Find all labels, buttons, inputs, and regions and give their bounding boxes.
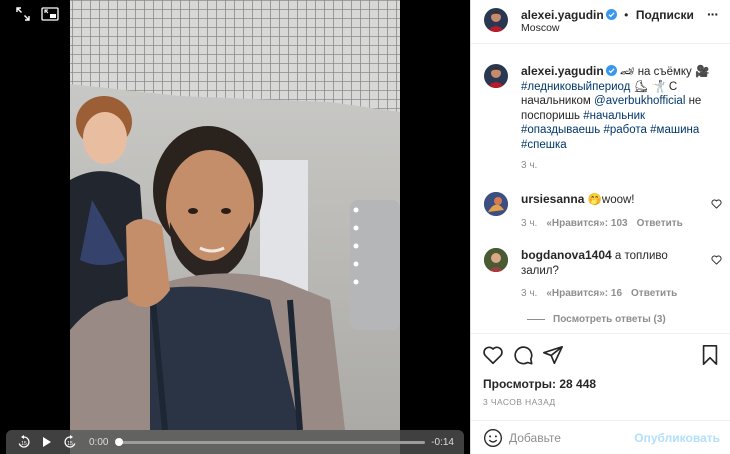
video-frame (0, 0, 470, 454)
instagram-post-viewer: 15 15 0:00 -0:14 alexei.yagudin • Подпис… (0, 0, 730, 454)
comment-likes[interactable]: «Нравится»: 103 (546, 218, 627, 229)
caption-hashtag-link[interactable]: #ледниковыйпериод (521, 81, 630, 93)
rewind-15-icon[interactable]: 15 (14, 433, 34, 451)
comment-bubble-icon[interactable] (512, 344, 534, 366)
share-paper-plane-icon[interactable] (542, 344, 564, 366)
seek-bar[interactable] (115, 437, 426, 446)
svg-text:15: 15 (21, 441, 27, 447)
comment-text: 🤭woow! (587, 194, 635, 206)
caption-hashtag-link[interactable]: #начальник (583, 110, 645, 122)
post-header: alexei.yagudin • Подписки Moscow ··· (471, 0, 730, 44)
more-options-icon[interactable]: ··· (707, 6, 719, 22)
comment-composer: Опубликовать (471, 420, 730, 454)
comment-username[interactable]: ursiesanna (521, 192, 584, 206)
comment-time[interactable]: 3 ч. (521, 218, 537, 229)
forward-15-icon[interactable]: 15 (60, 433, 80, 451)
post-caption: alexei.yagudin 🏎 на съёмку 🎥 #ледниковый… (521, 64, 721, 152)
caption-text: 🏎 на съёмку 🎥 #ледниковыйпериод ⛸ 🤺 С на… (521, 66, 709, 151)
follow-status-button[interactable]: Подписки (636, 8, 694, 22)
emoji-icon[interactable] (483, 428, 503, 448)
reply-button[interactable]: Ответить (631, 288, 677, 299)
play-button[interactable] (37, 433, 57, 451)
caption-hashtag-link[interactable]: #опаздываешь (521, 124, 600, 136)
caption-avatar[interactable] (484, 64, 508, 88)
comment-input[interactable] (509, 431, 629, 445)
comment-meta: 3 ч. «Нравится»: 16 Ответить (521, 288, 677, 299)
view-count[interactable]: Просмотры: 28 448 (483, 377, 596, 391)
svg-text:15: 15 (67, 441, 73, 447)
like-comment-heart-icon[interactable] (711, 255, 722, 265)
save-bookmark-icon[interactable] (699, 344, 721, 366)
avatar[interactable] (484, 8, 508, 32)
comment-avatar[interactable] (484, 192, 508, 216)
comment-username[interactable]: bogdanova1404 (521, 248, 612, 262)
caption-username[interactable]: alexei.yagudin (521, 64, 604, 78)
video-controls: 15 15 0:00 -0:14 (6, 430, 464, 454)
view-replies[interactable]: Посмотреть ответы (3) (527, 314, 666, 325)
caption-text-segment: 🏎 на съёмку 🎥 (616, 66, 710, 78)
caption-hashtag-link[interactable]: #работа (603, 124, 646, 136)
caption-hashtag-link[interactable]: #машина (650, 124, 699, 136)
play-icon (43, 437, 51, 447)
comment-meta: 3 ч. «Нравится»: 103 Ответить (521, 218, 683, 229)
video-player[interactable]: 15 15 0:00 -0:14 (0, 0, 470, 454)
caption-time[interactable]: 3 ч. (521, 160, 537, 171)
expand-icon[interactable] (10, 4, 36, 24)
post-actions: Просмотры: 28 448 3 ЧАСОВ НАЗАД Опублико… (471, 333, 730, 454)
replies-divider (527, 319, 545, 320)
pip-icon[interactable] (37, 4, 63, 24)
verified-icon (605, 65, 617, 76)
post-author-username[interactable]: alexei.yagudin (521, 8, 604, 22)
comment-time[interactable]: 3 ч. (521, 288, 537, 299)
post-location[interactable]: Moscow (521, 22, 560, 34)
post-timestamp: 3 ЧАСОВ НАЗАД (483, 397, 556, 407)
header-separator: • (624, 8, 629, 22)
comment-item: ursiesanna 🤭woow! (521, 192, 701, 208)
reply-button[interactable]: Ответить (637, 218, 683, 229)
seek-handle[interactable] (115, 437, 123, 446)
remaining-time: -0:14 (431, 436, 454, 448)
verified-icon (605, 9, 617, 20)
caption-hashtag-link[interactable]: #спешка (521, 139, 567, 151)
like-heart-icon[interactable] (482, 344, 504, 366)
view-replies-label[interactable]: Посмотреть ответы (3) (553, 314, 666, 325)
comment-avatar[interactable] (484, 248, 508, 272)
caption-hashtag-link[interactable]: @averbukhofficial (594, 95, 685, 107)
publish-button[interactable]: Опубликовать (634, 431, 720, 445)
comment-likes[interactable]: «Нравится»: 16 (546, 288, 622, 299)
like-comment-heart-icon[interactable] (711, 199, 722, 209)
post-panel: alexei.yagudin • Подписки Moscow ··· ale… (470, 0, 730, 454)
comment-item: bogdanova1404 а топливо залил? (521, 248, 686, 278)
caption-meta: 3 ч. (521, 160, 537, 171)
current-time: 0:00 (89, 436, 109, 448)
